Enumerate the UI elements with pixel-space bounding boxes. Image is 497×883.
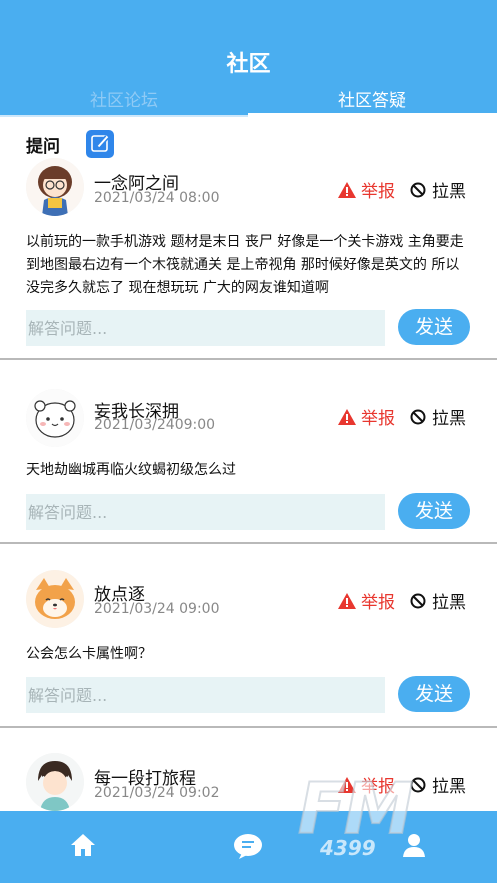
report-button[interactable]: 举报 (338, 588, 395, 613)
user-icon[interactable] (402, 833, 426, 857)
report-label: 举报 (361, 593, 395, 613)
answer-input[interactable] (26, 677, 385, 713)
page-title: 社区 (226, 52, 271, 77)
tab-community-forum[interactable]: 社区论坛 (0, 86, 248, 111)
home-icon[interactable] (70, 833, 96, 857)
block-label: 拉黑 (432, 593, 466, 613)
block-button[interactable]: 拉黑 (410, 772, 466, 797)
block-label: 拉黑 (432, 409, 466, 429)
bottom-nav (0, 811, 497, 883)
app-header: 社区 社区论坛 社区答疑 (0, 0, 497, 117)
edit-icon (91, 135, 109, 152)
send-button[interactable]: 发送 (398, 309, 470, 345)
tab-community-qa[interactable]: 社区答疑 (248, 86, 496, 111)
post-timestamp: 2021/03/2409:00 (94, 417, 216, 433)
post-content: 公会怎么卡属性啊？ (26, 646, 152, 662)
report-button[interactable]: 举报 (338, 177, 395, 202)
block-button[interactable]: 拉黑 (410, 177, 466, 202)
ask-question-row: 提问 (26, 130, 114, 158)
block-icon (410, 777, 426, 792)
ask-question-button[interactable] (86, 130, 114, 158)
post-content: 以前玩的一款手机游戏 题材是末日 丧尸 好像是一个关卡游戏 主角要走到地图最右边… (26, 234, 464, 296)
report-button[interactable]: 举报 (338, 404, 395, 429)
girl-avatar[interactable] (26, 158, 84, 216)
post-timestamp: 2021/03/24 08:00 (94, 190, 220, 206)
report-label: 举报 (361, 409, 395, 429)
active-tab-indicator (248, 113, 497, 117)
block-label: 拉黑 (432, 777, 466, 797)
bear-avatar[interactable] (26, 389, 84, 447)
block-icon (410, 593, 426, 608)
warning-icon (338, 592, 356, 609)
send-button[interactable]: 发送 (398, 493, 470, 529)
post-timestamp: 2021/03/24 09:00 (94, 601, 220, 617)
ask-label: 提问 (26, 136, 60, 157)
block-icon (410, 182, 426, 197)
boy-avatar[interactable] (26, 753, 84, 811)
post-divider (0, 542, 497, 544)
post-content: 天地劫幽城再临火纹蝎初级怎么过 (26, 462, 236, 478)
report-label: 举报 (361, 777, 395, 797)
warning-icon (338, 408, 356, 425)
chat-icon[interactable] (233, 833, 263, 859)
block-button[interactable]: 拉黑 (410, 404, 466, 429)
block-label: 拉黑 (432, 182, 466, 202)
post-divider (0, 358, 497, 360)
shiba-avatar[interactable] (26, 570, 84, 628)
warning-icon (338, 181, 356, 198)
send-button[interactable]: 发送 (398, 676, 470, 712)
report-button[interactable]: 举报 (338, 772, 395, 797)
answer-input[interactable] (26, 310, 385, 346)
answer-input[interactable] (26, 494, 385, 530)
tab-divider (0, 115, 248, 117)
post-divider (0, 726, 497, 728)
post-timestamp: 2021/03/24 09:02 (94, 785, 220, 801)
block-icon (410, 409, 426, 424)
report-label: 举报 (361, 182, 395, 202)
block-button[interactable]: 拉黑 (410, 588, 466, 613)
warning-icon (338, 776, 356, 793)
